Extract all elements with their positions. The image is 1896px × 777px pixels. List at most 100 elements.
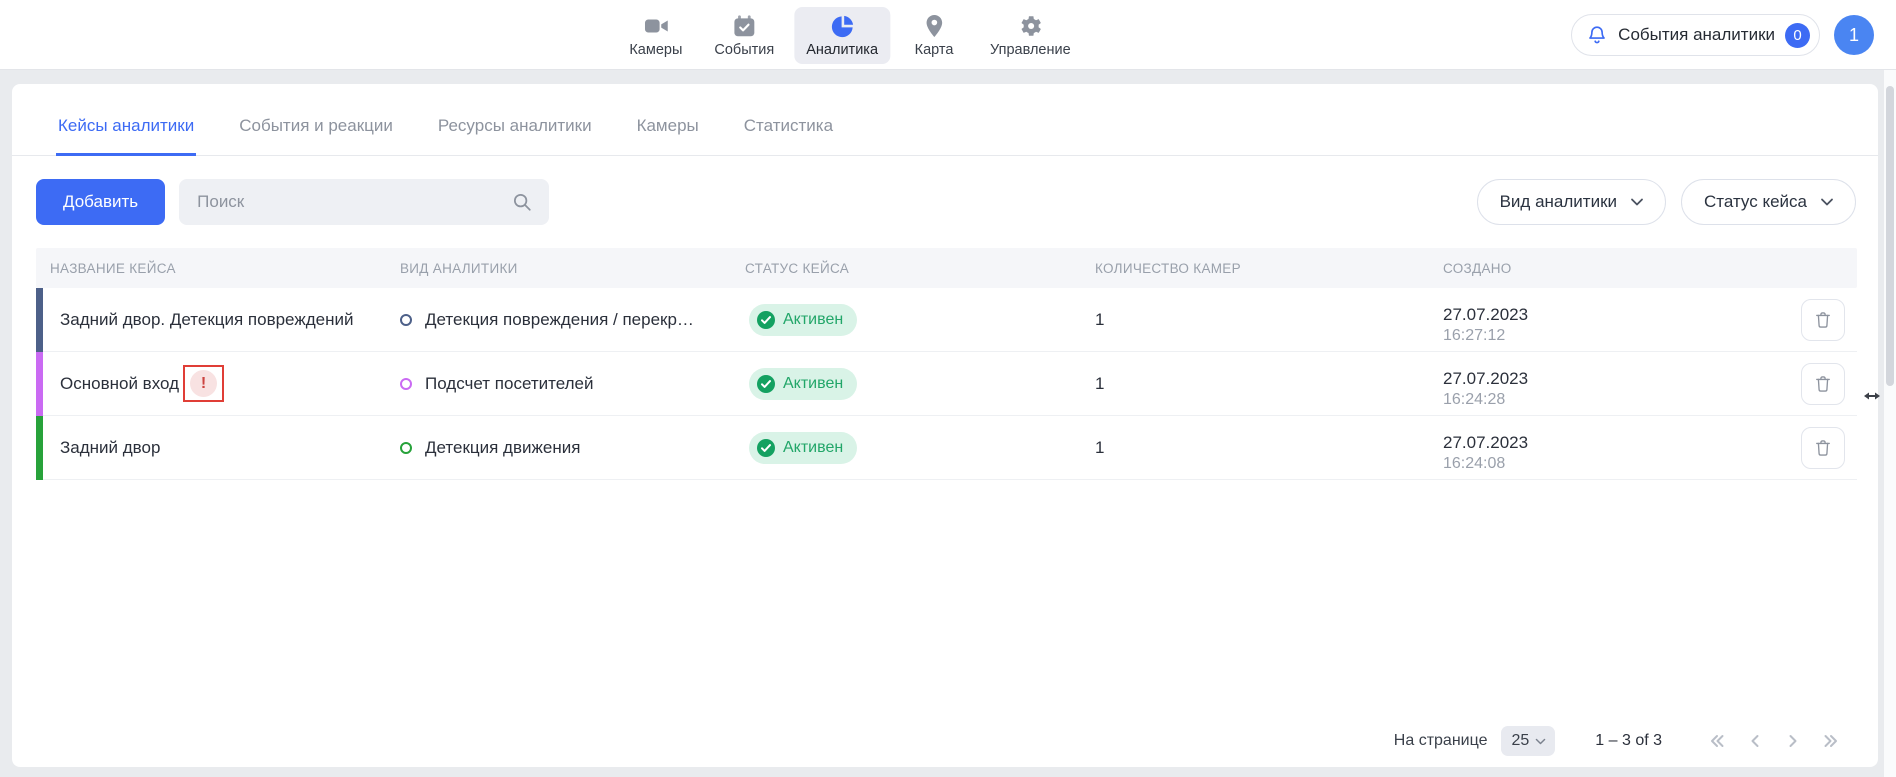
warning-icon: ! [190, 370, 217, 397]
analytics-type-label: Подсчет посетителей [425, 374, 593, 394]
created-time: 16:24:28 [1443, 390, 1780, 410]
bell-icon [1586, 24, 1608, 46]
toolbar: Добавить Вид аналитики Статус кейса [12, 156, 1878, 248]
analytics-type-icon [400, 442, 412, 454]
delete-case-button[interactable] [1801, 427, 1845, 469]
case-status-filter[interactable]: Статус кейса [1681, 179, 1856, 225]
analytics-events-label: События аналитики [1618, 25, 1775, 45]
camera-count: 1 [1095, 310, 1104, 330]
pagination-range: 1 – 3 of 3 [1595, 732, 1662, 750]
pagination-bar: На странице 25 1 – 3 of 3 [1394, 724, 1842, 758]
check-circle-icon [757, 311, 775, 329]
analytics-events-button[interactable]: События аналитики 0 [1571, 14, 1820, 56]
case-name: Задний двор [60, 438, 160, 458]
top-right-cluster: События аналитики 0 1 [1571, 0, 1874, 70]
status-label: Активен [783, 311, 843, 329]
tab-analytics-cases[interactable]: Кейсы аналитики [56, 116, 196, 156]
chevron-right-icon [1783, 731, 1803, 751]
per-page-value: 25 [1511, 732, 1529, 750]
next-page-button[interactable] [1782, 730, 1804, 752]
chevron-down-icon [1819, 194, 1835, 210]
tab-events-reactions[interactable]: События и реакции [237, 116, 395, 156]
double-chevron-left-icon [1707, 731, 1727, 751]
top-bar: Камеры События Аналитика Карта [0, 0, 1896, 70]
camera-count: 1 [1095, 374, 1104, 394]
chevron-down-icon [1629, 194, 1645, 210]
analytics-type-icon [400, 314, 412, 326]
pie-chart-icon [829, 13, 855, 39]
cases-table: НАЗВАНИЕ КЕЙСА ВИД АНАЛИТИКИ СТАТУС КЕЙС… [36, 248, 1857, 480]
case-color-stripe [36, 416, 43, 480]
created-time: 16:27:12 [1443, 326, 1780, 346]
delete-case-button[interactable] [1801, 363, 1845, 405]
calendar-check-icon [731, 13, 757, 39]
table-header-row: НАЗВАНИЕ КЕЙСА ВИД АНАЛИТИКИ СТАТУС КЕЙС… [36, 248, 1857, 288]
case-color-stripe [36, 288, 43, 352]
nav-label-analytics: Аналитика [806, 42, 878, 58]
pager-controls [1706, 730, 1842, 752]
status-badge: Активен [749, 304, 857, 336]
nav-item-analytics[interactable]: Аналитика [794, 7, 890, 64]
nav-item-map[interactable]: Карта [898, 7, 970, 64]
video-camera-icon [643, 13, 669, 39]
column-header-created: СОЗДАНО [1443, 261, 1780, 276]
nav-label-management: Управление [990, 42, 1071, 58]
gear-icon [1017, 13, 1043, 39]
prev-page-button[interactable] [1744, 730, 1766, 752]
tab-statistics[interactable]: Статистика [742, 116, 835, 156]
nav-label-events: События [714, 42, 774, 58]
scrollbar-thumb[interactable] [1886, 86, 1894, 386]
warning-highlight-box: ! [183, 365, 224, 402]
mouse-cursor [1864, 388, 1880, 404]
created-cell: 27.07.2023 16:24:08 [1443, 422, 1780, 474]
last-page-button[interactable] [1820, 730, 1842, 752]
nav-item-events[interactable]: События [702, 7, 786, 64]
main-navigation: Камеры События Аналитика Карта [617, 0, 1082, 70]
status-label: Активен [783, 375, 843, 393]
nav-item-management[interactable]: Управление [978, 7, 1083, 64]
column-header-case-status: СТАТУС КЕЙСА [745, 261, 1095, 276]
status-label: Активен [783, 439, 843, 457]
table-row[interactable]: Задний двор Детекция движения Активен 1 … [36, 416, 1857, 480]
case-color-stripe [36, 352, 43, 416]
check-circle-icon [757, 439, 775, 457]
map-pin-icon [921, 13, 947, 39]
nav-label-cameras: Камеры [629, 42, 682, 58]
analytics-type-icon [400, 378, 412, 390]
case-name: Задний двор. Детекция повреждений [60, 310, 353, 330]
search-field [179, 179, 549, 225]
table-row[interactable]: Задний двор. Детекция повреждений Детекц… [36, 288, 1857, 352]
trash-icon [1813, 310, 1833, 330]
analytics-type-label: Детекция движения [425, 438, 580, 458]
tab-analytics-resources[interactable]: Ресурсы аналитики [436, 116, 594, 156]
scrollbar-track[interactable] [1884, 70, 1896, 777]
search-icon [511, 191, 533, 213]
events-count-badge: 0 [1785, 23, 1810, 48]
user-avatar[interactable]: 1 [1834, 15, 1874, 55]
case-status-filter-label: Статус кейса [1704, 192, 1807, 212]
nav-item-cameras[interactable]: Камеры [617, 7, 694, 64]
double-chevron-right-icon [1821, 731, 1841, 751]
search-input[interactable] [179, 179, 549, 225]
trash-icon [1813, 374, 1833, 394]
tab-cameras[interactable]: Камеры [635, 116, 701, 156]
first-page-button[interactable] [1706, 730, 1728, 752]
analytics-type-filter[interactable]: Вид аналитики [1477, 179, 1666, 225]
column-header-camera-count: КОЛИЧЕСТВО КАМЕР [1095, 261, 1443, 276]
table-row[interactable]: Основной вход ! Подсчет посетителей Акти… [36, 352, 1857, 416]
per-page-label: На странице [1394, 732, 1488, 750]
delete-case-button[interactable] [1801, 299, 1845, 341]
created-cell: 27.07.2023 16:27:12 [1443, 294, 1780, 346]
camera-count: 1 [1095, 438, 1104, 458]
status-badge: Активен [749, 368, 857, 400]
analytics-type-filter-label: Вид аналитики [1500, 192, 1617, 212]
check-circle-icon [757, 375, 775, 393]
trash-icon [1813, 438, 1833, 458]
created-time: 16:24:08 [1443, 454, 1780, 474]
per-page-select[interactable]: 25 [1501, 726, 1555, 756]
nav-label-management-map: Карта [915, 42, 954, 58]
add-case-button[interactable]: Добавить [36, 179, 165, 225]
filter-group: Вид аналитики Статус кейса [1477, 179, 1856, 225]
created-date: 27.07.2023 [1443, 368, 1780, 390]
analytics-panel: Кейсы аналитики События и реакции Ресурс… [12, 84, 1878, 767]
